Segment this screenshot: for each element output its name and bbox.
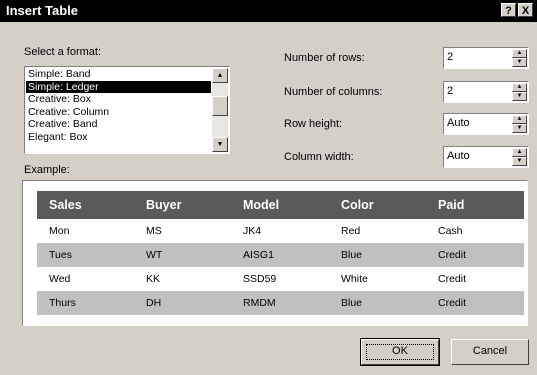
table-header-cell: Sales xyxy=(37,191,134,219)
spin-up-icon[interactable]: ▲ xyxy=(512,115,527,124)
example-table: Sales Buyer Model Color Paid Mon MS JK4 … xyxy=(37,191,524,315)
spin-down-icon[interactable]: ▼ xyxy=(512,157,527,166)
scroll-thumb[interactable] xyxy=(212,96,228,116)
spin-down-icon[interactable]: ▼ xyxy=(512,58,527,67)
row-height-spinner[interactable]: Auto ▲ ▼ xyxy=(443,113,529,135)
ok-button-label: OK xyxy=(392,345,408,357)
format-item-creative-band[interactable]: Creative: Band xyxy=(26,118,211,131)
table-row: Mon MS JK4 Red Cash xyxy=(37,219,524,243)
table-cell: WT xyxy=(134,243,231,267)
columns-label: Number of columns: xyxy=(284,86,383,98)
table-header-cell: Model xyxy=(231,191,329,219)
table-cell: AISG1 xyxy=(231,243,329,267)
table-cell: Blue xyxy=(329,243,426,267)
table-cell: Credit xyxy=(438,273,467,285)
table-cell: Credit xyxy=(426,291,524,315)
spin-down-icon[interactable]: ▼ xyxy=(512,92,527,101)
table-cell: Cash xyxy=(438,225,463,237)
table-row: Wed KK SSD59 White Credit xyxy=(37,267,524,291)
spin-up-icon[interactable]: ▲ xyxy=(512,49,527,58)
rows-value[interactable]: 2 xyxy=(447,51,453,63)
rows-spinner[interactable]: 2 ▲ ▼ xyxy=(443,47,529,69)
table-cell: Wed xyxy=(49,273,71,285)
table-header-cell: Buyer xyxy=(134,191,231,219)
rows-label: Number of rows: xyxy=(284,52,365,64)
table-cell: KK xyxy=(146,273,161,285)
table-row: Thurs DH RMDM Blue Credit xyxy=(37,291,524,315)
table-cell: Blue xyxy=(329,291,426,315)
table-cell: MS xyxy=(146,225,162,237)
spin-up-icon[interactable]: ▲ xyxy=(512,148,527,157)
format-label: Select a format: xyxy=(24,46,102,58)
format-item-simple-ledger[interactable]: Simple: Ledger xyxy=(26,80,211,93)
column-width-spinner[interactable]: Auto ▲ ▼ xyxy=(443,146,529,168)
title-bar: Insert Table ? X xyxy=(0,0,537,22)
column-width-value[interactable]: Auto xyxy=(447,150,470,162)
table-cell: Credit xyxy=(426,243,524,267)
table-cell: RMDM xyxy=(231,291,329,315)
format-listbox[interactable]: Simple: Band Simple: Ledger Creative: Bo… xyxy=(24,66,230,154)
cancel-button[interactable]: Cancel xyxy=(451,339,529,365)
format-scrollbar[interactable]: ▲ ▼ xyxy=(212,68,228,152)
help-icon[interactable]: ? xyxy=(501,3,516,17)
spin-up-icon[interactable]: ▲ xyxy=(512,83,527,92)
spin-down-icon[interactable]: ▼ xyxy=(512,124,527,133)
table-cell: Tues xyxy=(37,243,134,267)
table-cell: SSD59 xyxy=(243,273,277,285)
table-cell: Red xyxy=(341,225,361,237)
table-cell: Mon xyxy=(49,225,70,237)
scroll-down-icon[interactable]: ▼ xyxy=(212,137,228,152)
table-header-cell: Color xyxy=(329,191,426,219)
format-item-simple-band[interactable]: Simple: Band xyxy=(26,68,211,81)
cancel-button-label: Cancel xyxy=(472,345,508,357)
columns-value[interactable]: 2 xyxy=(447,85,453,97)
table-cell: JK4 xyxy=(243,225,262,237)
table-header-row: Sales Buyer Model Color Paid xyxy=(37,191,524,219)
format-item-creative-box[interactable]: Creative: Box xyxy=(26,93,211,106)
table-cell: DH xyxy=(134,291,231,315)
window-title: Insert Table xyxy=(6,3,79,18)
format-list: Simple: Band Simple: Ledger Creative: Bo… xyxy=(26,68,211,152)
table-row: Tues WT AISG1 Blue Credit xyxy=(37,243,524,267)
format-item-elegant-box[interactable]: Elegant: Box xyxy=(26,131,211,144)
ok-button[interactable]: OK xyxy=(360,338,440,366)
table-header-cell: Paid xyxy=(426,191,524,219)
example-label: Example: xyxy=(24,164,70,176)
example-preview: Sales Buyer Model Color Paid Mon MS JK4 … xyxy=(22,180,528,326)
row-height-label: Row height: xyxy=(284,118,343,130)
row-height-value[interactable]: Auto xyxy=(447,117,470,129)
columns-spinner[interactable]: 2 ▲ ▼ xyxy=(443,81,529,103)
scroll-up-icon[interactable]: ▲ xyxy=(212,68,228,83)
column-width-label: Column width: xyxy=(284,151,354,163)
table-cell: White xyxy=(341,273,368,285)
close-icon[interactable]: X xyxy=(518,3,533,17)
format-item-creative-column[interactable]: Creative: Column xyxy=(26,106,211,119)
table-cell: Thurs xyxy=(37,291,134,315)
